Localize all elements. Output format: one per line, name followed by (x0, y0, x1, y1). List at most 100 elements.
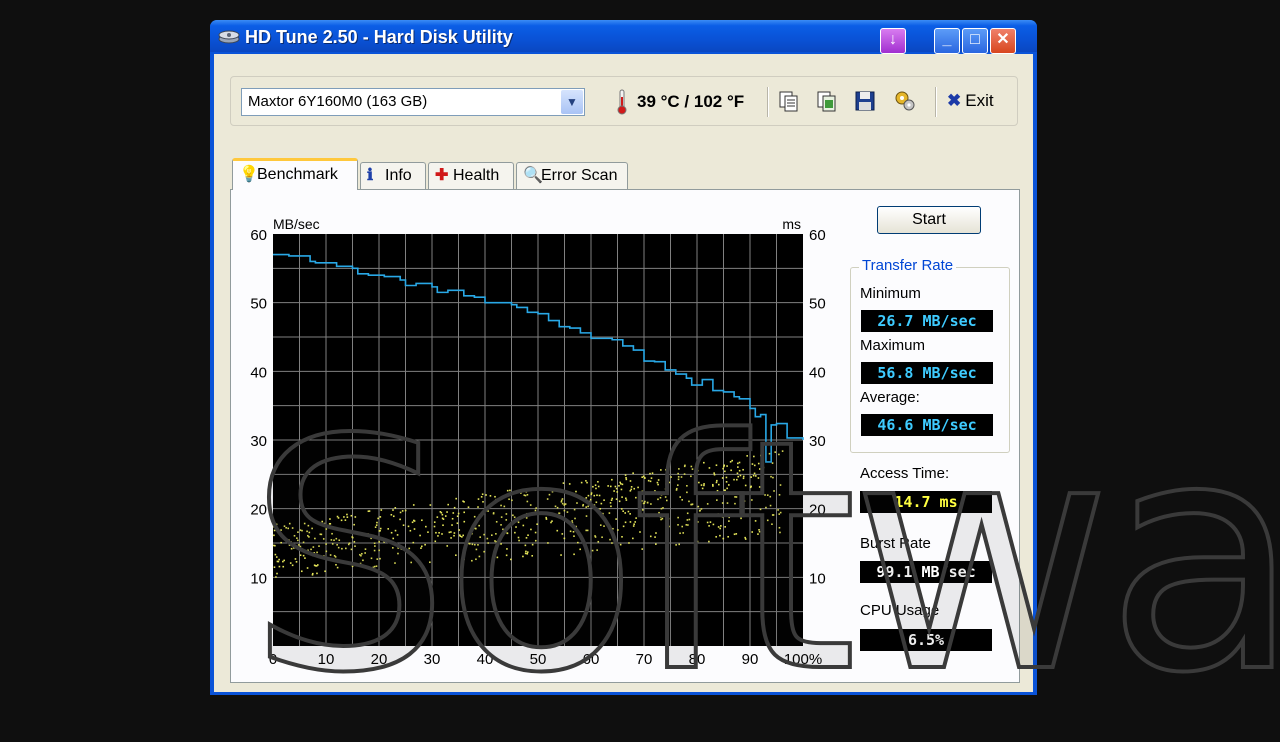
access-time-point (463, 511, 466, 514)
tab-info[interactable]: ℹ Info (360, 162, 426, 190)
y-tick-label-left: 40 (250, 364, 267, 381)
exit-label: Exit (965, 91, 994, 110)
access-time-point (624, 474, 627, 476)
access-time-point (299, 529, 302, 531)
access-time-point (592, 485, 594, 488)
minimize-button[interactable]: _ (934, 28, 960, 54)
access-time-point (525, 550, 527, 553)
average-label: Average: (860, 389, 920, 406)
access-time-point (691, 468, 694, 470)
access-time-point (637, 486, 639, 489)
access-time-point (596, 549, 598, 551)
temperature-readout: 39 °C / 102 °F (637, 92, 745, 111)
health-cross-icon: ✚ (435, 167, 449, 184)
access-time-point (654, 490, 656, 492)
minimum-value: 26.7 MB/sec (861, 310, 993, 332)
access-time-point (632, 525, 635, 527)
exit-button[interactable]: ✖ Exit (947, 91, 994, 111)
access-time-point (737, 462, 739, 465)
info-icon: ℹ (367, 167, 374, 184)
access-time-point (616, 491, 619, 493)
access-time-point (324, 570, 326, 573)
tab-error-scan[interactable]: 🔍Error Scan (516, 162, 628, 190)
access-time-point (598, 494, 601, 497)
access-time-point (273, 566, 276, 569)
access-time-point (715, 481, 718, 484)
access-time-point (392, 547, 394, 549)
access-time-point (563, 537, 566, 540)
access-time-point (396, 534, 399, 536)
access-time-point (650, 492, 653, 494)
access-time-point (641, 509, 644, 511)
average-value: 46.6 MB/sec (861, 414, 993, 436)
access-time-point (353, 523, 355, 526)
download-icon[interactable]: ↓ (880, 28, 906, 54)
access-time-point (277, 560, 280, 563)
access-time-point (597, 485, 600, 488)
access-time-point (402, 524, 405, 526)
access-time-point (611, 497, 614, 500)
x-tick-label: 20 (371, 651, 388, 668)
access-time-point (451, 524, 453, 526)
access-time-point (746, 455, 748, 457)
access-time-point (773, 490, 775, 492)
chevron-down-icon[interactable]: ▼ (561, 90, 583, 114)
access-time-point (697, 505, 700, 508)
access-time-point (351, 563, 353, 566)
access-time-point (610, 505, 612, 508)
access-time-point (341, 547, 343, 550)
access-time-point (354, 516, 357, 518)
access-time-point (625, 478, 628, 481)
access-time-point (311, 572, 314, 575)
options-icon[interactable] (893, 89, 917, 113)
access-time-point (752, 474, 755, 477)
access-time-point (585, 515, 588, 517)
access-time-point (630, 486, 633, 488)
access-time-point (399, 511, 402, 514)
access-time-point (678, 543, 680, 546)
access-time-point (408, 547, 411, 550)
copy-text-icon[interactable] (777, 89, 801, 113)
access-time-point (688, 518, 691, 521)
access-time-point (677, 524, 679, 526)
access-time-point (505, 554, 508, 557)
access-time-point (515, 526, 517, 528)
save-icon[interactable] (853, 89, 877, 113)
tab-label: Info (385, 167, 412, 184)
tab-benchmark[interactable]: 💡Benchmark (232, 158, 358, 190)
access-time-point (641, 548, 644, 550)
access-time-point (599, 508, 602, 510)
access-time-point (699, 509, 701, 512)
access-time-point (461, 536, 463, 538)
access-time-point (412, 504, 415, 506)
access-time-point (622, 525, 625, 528)
access-time-point (618, 500, 621, 503)
access-time-point (666, 488, 669, 491)
access-time-point (297, 531, 299, 533)
drive-select[interactable]: Maxtor 6Y160M0 (163 GB) ▼ (241, 88, 585, 116)
access-time-point (609, 538, 611, 541)
access-time-point (433, 525, 436, 528)
access-time-point (621, 496, 623, 498)
access-time-point (412, 541, 415, 544)
access-time-point (495, 520, 498, 523)
copy-image-icon[interactable] (815, 89, 839, 113)
maximize-button[interactable]: □ (962, 28, 988, 54)
access-time-point (483, 533, 485, 536)
access-time-point (463, 520, 466, 523)
toolbar-separator (767, 87, 769, 117)
access-time-point (641, 476, 643, 478)
access-time-point (686, 512, 689, 515)
access-time-point (323, 522, 326, 525)
access-time-point (404, 509, 407, 512)
access-time-point (659, 516, 662, 518)
access-time-point (341, 561, 344, 563)
access-time-point (413, 528, 416, 530)
access-time-point (346, 513, 348, 516)
title-bar[interactable]: HD Tune 2.50 - Hard Disk Utility ↓ _ □ ✕ (210, 20, 1037, 54)
close-button[interactable]: ✕ (990, 28, 1016, 54)
tab-health[interactable]: ✚ Health (428, 162, 514, 190)
access-time-point (622, 510, 624, 512)
access-time-point (708, 525, 710, 527)
start-button[interactable]: Start (877, 206, 981, 234)
